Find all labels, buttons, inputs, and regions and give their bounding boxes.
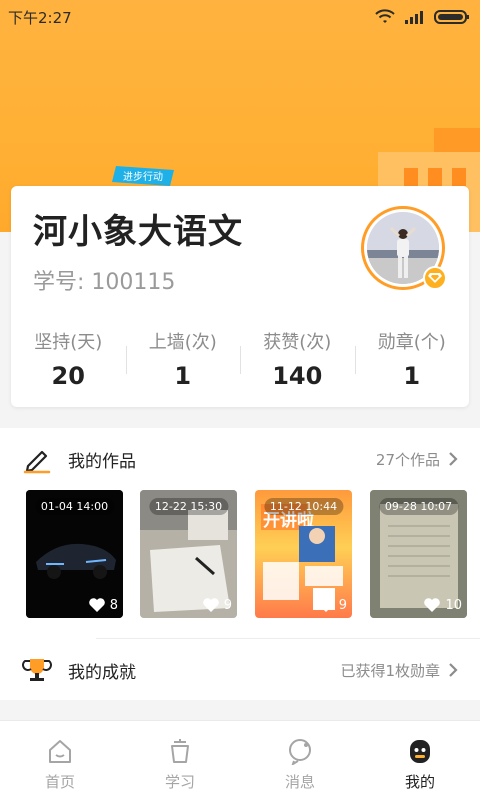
works-count: 27个作品	[375, 450, 440, 469]
stat-value: 1	[403, 362, 421, 390]
stat-medals: 勋章(个) 1	[354, 324, 470, 394]
bottom-nav: 首页 学习 消息 我的	[0, 720, 480, 800]
my-works-title: 我的作品	[68, 451, 136, 472]
svg-text:进步行动: 进步行动	[123, 170, 163, 183]
works-section: 我的作品 27个作品 01-04 14:00 8 12-22 15:30 9 开…	[0, 428, 480, 700]
work-likes-count: 8	[109, 597, 118, 613]
nav-label: 学习	[164, 773, 195, 791]
heart-icon	[424, 598, 441, 612]
vip-badge-icon	[423, 266, 447, 290]
status-icons	[374, 9, 470, 25]
status-bar: 下午2:27	[0, 0, 480, 34]
work-thumbnail[interactable]: 01-04 14:00 8	[26, 490, 123, 618]
chevron-right-icon	[449, 452, 458, 466]
trophy-icon	[22, 659, 52, 681]
stat-label: 勋章(个)	[377, 332, 446, 353]
works-thumbnails: 01-04 14:00 8 12-22 15:30 9 开讲啦 11-12 10…	[26, 490, 467, 618]
stat-value: 20	[51, 362, 85, 390]
achievements-summary: 已获得1枚勋章	[340, 661, 440, 680]
message-icon	[289, 739, 311, 765]
my-achievements-header[interactable]: 我的成就 已获得1枚勋章	[0, 639, 480, 701]
student-id: 学号: 100115	[33, 270, 176, 295]
stat-persist-days: 坚持(天) 20	[11, 324, 126, 394]
cup-icon	[171, 739, 189, 763]
work-likes: 9	[202, 597, 232, 613]
stat-label: 上墙(次)	[148, 332, 217, 353]
achievements-link[interactable]: 已获得1枚勋章	[340, 660, 458, 681]
work-date: 12-22 15:30	[148, 498, 229, 515]
work-likes: 10	[423, 597, 462, 613]
work-date: 01-04 14:00	[34, 498, 115, 515]
stat-value: 140	[272, 362, 323, 390]
nav-item-home[interactable]: 首页	[0, 721, 120, 800]
nav-label: 首页	[44, 773, 75, 791]
work-likes: 9	[317, 597, 347, 613]
wifi-icon	[375, 9, 395, 23]
nav-label: 消息	[284, 773, 315, 791]
stat-label: 获赞(次)	[263, 332, 332, 353]
stat-value: 1	[174, 362, 192, 390]
work-date: 09-28 10:07	[378, 498, 459, 515]
my-works-header[interactable]: 我的作品 27个作品	[0, 428, 480, 490]
stat-label: 坚持(天)	[34, 332, 103, 353]
work-thumbnail[interactable]: 12-22 15:30 9	[140, 490, 237, 618]
heart-icon	[317, 598, 334, 612]
pencil-icon	[23, 450, 51, 474]
work-date: 11-12 10:44	[263, 498, 344, 515]
nav-item-study[interactable]: 学习	[120, 721, 240, 800]
heart-icon	[88, 598, 105, 612]
progress-flag-decoration: 进步行动	[112, 166, 174, 186]
profile-name: 河小象大语文	[33, 212, 243, 252]
work-likes-count: 9	[338, 597, 347, 613]
my-achievements-title: 我的成就	[68, 662, 136, 683]
stat-likes: 获赞(次) 140	[240, 324, 355, 394]
profile-card: 河小象大语文 学号: 100115 坚持(天) 20 上墙(次) 1 获赞(次)…	[11, 186, 469, 407]
heart-icon	[202, 598, 219, 612]
robot-face-icon	[410, 740, 430, 763]
status-time: 下午2:27	[8, 8, 72, 27]
chevron-right-icon	[449, 663, 458, 677]
battery-icon	[434, 10, 469, 24]
nav-item-messages[interactable]: 消息	[240, 721, 360, 800]
work-likes-count: 10	[445, 597, 462, 613]
signal-icon	[405, 11, 423, 24]
stats-row: 坚持(天) 20 上墙(次) 1 获赞(次) 140 勋章(个) 1	[11, 324, 469, 394]
stat-wall-times: 上墙(次) 1	[125, 324, 241, 394]
home-icon	[49, 740, 71, 763]
work-likes: 8	[88, 597, 118, 613]
work-thumbnail[interactable]: 开讲啦 11-12 10:44 9	[255, 490, 352, 618]
work-likes-count: 9	[223, 597, 232, 613]
works-count-link[interactable]: 27个作品	[376, 449, 458, 470]
nav-label: 我的	[404, 773, 435, 791]
nav-item-mine[interactable]: 我的	[360, 721, 480, 800]
work-thumbnail[interactable]: 09-28 10:07 10	[370, 490, 467, 618]
